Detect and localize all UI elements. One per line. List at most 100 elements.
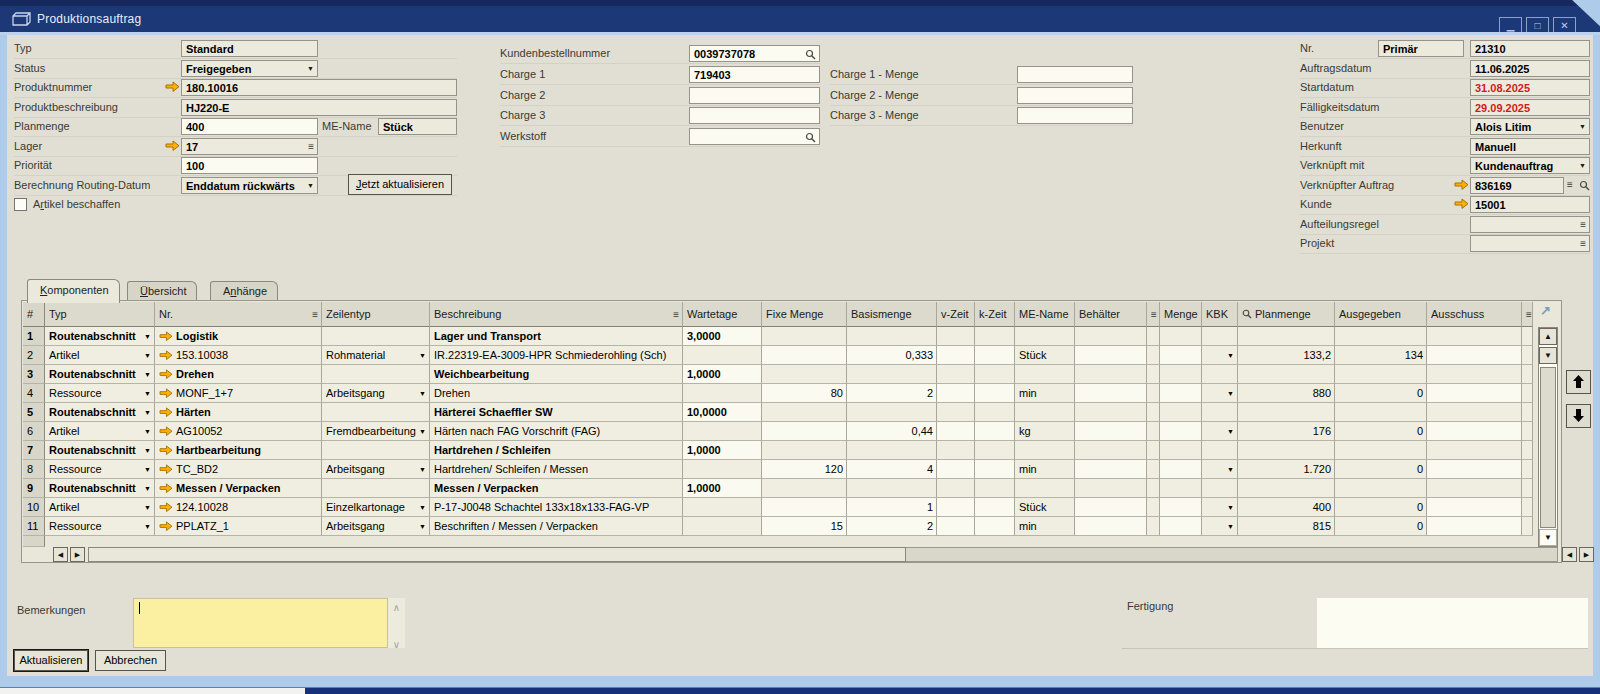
tab-komponenten[interactable]: Komponenten [27, 279, 120, 303]
cell-v-zeit[interactable] [937, 517, 975, 536]
cell-me-name[interactable] [1015, 479, 1075, 498]
grid-header-beschreibung≡[interactable]: Beschreibung≡ [430, 302, 683, 327]
cell-v-zeit[interactable] [937, 346, 975, 365]
cell-nr[interactable]: Logistik [155, 327, 322, 346]
cell-menge[interactable] [1160, 365, 1202, 384]
cell-typ[interactable]: Artikel▼ [45, 346, 155, 365]
cell-ausgegeben[interactable]: 0 [1335, 422, 1427, 441]
cell-zeilentyp[interactable]: Arbeitsgang▼ [322, 517, 430, 536]
cell-basismenge[interactable]: 4 [847, 460, 937, 479]
cell-ausgegeben[interactable]: 0 [1335, 498, 1427, 517]
scroll-right-button[interactable]: ▶ [70, 547, 85, 562]
expand-grid-icon[interactable]: ↗ [1540, 303, 1551, 318]
grid-header-ausgegeben[interactable]: Ausgegeben [1335, 302, 1427, 327]
prioritaet-field[interactable]: 100 [181, 157, 318, 174]
aufteilungsregel-field[interactable]: ≡ [1470, 216, 1590, 233]
search-icon[interactable] [1579, 180, 1590, 191]
projekt-field[interactable]: ≡ [1470, 235, 1590, 252]
cell-typ[interactable]: Routenabschnitt▼ [45, 441, 155, 460]
cell-wartetage[interactable]: 10,0000 [683, 403, 762, 422]
cell-zeilentyp[interactable] [322, 365, 430, 384]
cell-menge[interactable] [1160, 384, 1202, 403]
aktualisieren-button[interactable]: Aktualisieren [14, 650, 88, 671]
cell-nr[interactable]: Hartbearbeitung [155, 441, 322, 460]
cell-behaelter[interactable] [1075, 384, 1147, 403]
cell-basismenge[interactable]: 2 [847, 517, 937, 536]
scroll-left-button[interactable]: ◀ [53, 547, 68, 562]
planmenge-field[interactable]: 400 [181, 118, 318, 135]
cell-ausschuss[interactable] [1427, 460, 1522, 479]
link-arrow-icon[interactable] [1454, 198, 1469, 210]
cell-basismenge[interactable] [847, 365, 937, 384]
cell-typ[interactable]: Artikel▼ [45, 498, 155, 517]
cell-k-zeit[interactable] [975, 365, 1015, 384]
link-arrow-icon[interactable] [159, 369, 173, 380]
kundenbestellnummer-field[interactable]: 0039737078 [689, 45, 820, 62]
link-arrow-icon[interactable] [159, 483, 173, 494]
grid-header-≡[interactable]: ≡ [1522, 302, 1533, 327]
cell-nr[interactable]: MONF_1+7 [155, 384, 322, 403]
cell-planmenge[interactable]: 880 [1238, 384, 1335, 403]
cell-ausschuss[interactable] [1427, 422, 1522, 441]
cell-typ[interactable]: Routenabschnitt▼ [45, 365, 155, 384]
cell-fixe-menge[interactable]: 15 [762, 517, 847, 536]
link-arrow-icon[interactable] [165, 81, 180, 93]
cell-ausschuss[interactable] [1427, 517, 1522, 536]
verknuepft-mit-dropdown[interactable]: Kundenauftrag▼ [1470, 157, 1590, 174]
link-arrow-icon[interactable] [159, 502, 173, 513]
cell-wartetage[interactable]: 3,0000 [683, 327, 762, 346]
scroll-right-button-right[interactable]: ▶ [1579, 547, 1594, 562]
grid-header-planmenge[interactable]: Planmenge [1238, 302, 1335, 327]
cell-k-zeit[interactable] [975, 346, 1015, 365]
cell-fixe-menge[interactable] [762, 346, 847, 365]
cell-beschreibung[interactable]: P-17-J0048 Schachtel 133x18x133-FAG-VP [430, 498, 683, 517]
cell-typ[interactable]: Routenabschnitt▼ [45, 327, 155, 346]
cell-planmenge[interactable] [1238, 327, 1335, 346]
grid-header-me-name[interactable]: ME-Name [1015, 302, 1075, 327]
cell-zeilentyp[interactable] [322, 327, 430, 346]
cell-zeilentyp[interactable]: Arbeitsgang▼ [322, 460, 430, 479]
cell-me-name[interactable]: min [1015, 517, 1075, 536]
cell-wartetage[interactable] [683, 498, 762, 517]
scroll-left-button-right[interactable]: ◀ [1562, 547, 1577, 562]
cell-nr[interactable]: Drehen [155, 365, 322, 384]
kunde-field[interactable]: 15001 [1470, 196, 1590, 213]
cell-fixe-menge[interactable]: 120 [762, 460, 847, 479]
cell-k-zeit[interactable] [975, 422, 1015, 441]
cell-kbk[interactable] [1202, 327, 1238, 346]
cell-k-zeit[interactable] [975, 517, 1015, 536]
grid-header-fixe menge[interactable]: Fixe Menge [762, 302, 847, 327]
search-icon[interactable] [805, 49, 816, 60]
cell-me-name[interactable]: min [1015, 460, 1075, 479]
produktnummer-field[interactable]: 180.10016 [181, 79, 457, 96]
cell-ausschuss[interactable] [1427, 327, 1522, 346]
cell-nr[interactable]: PPLATZ_1 [155, 517, 322, 536]
cell-beschreibung[interactable]: Hartdrehen / Schleifen [430, 441, 683, 460]
link-arrow-icon[interactable] [159, 521, 173, 532]
cell-v-zeit[interactable] [937, 327, 975, 346]
cell-wartetage[interactable] [683, 460, 762, 479]
artikel-beschaffen-checkbox[interactable] [14, 198, 27, 211]
cell-ausgegeben[interactable] [1335, 441, 1427, 460]
link-arrow-icon[interactable] [159, 464, 173, 475]
cell-planmenge[interactable]: 400 [1238, 498, 1335, 517]
chevron-up-icon[interactable]: ∧ [388, 602, 405, 613]
verknuepfter-auftrag-field[interactable]: 836169 [1470, 177, 1564, 194]
cell-nr[interactable]: AG10052 [155, 422, 322, 441]
cell-me-name[interactable]: Stück [1015, 498, 1075, 517]
charge2-menge-field[interactable] [1017, 87, 1133, 104]
horizontal-scrollbar-thumb[interactable] [88, 547, 906, 562]
charge1-menge-field[interactable] [1017, 66, 1133, 83]
cell-behaelter[interactable] [1075, 517, 1147, 536]
bemerkungen-textarea[interactable] [133, 598, 388, 648]
grid-header-v-zeit[interactable]: v-Zeit [937, 302, 975, 327]
cell-menge[interactable] [1160, 403, 1202, 422]
cell-ausschuss[interactable] [1427, 498, 1522, 517]
grid-header-ausschuss[interactable]: Ausschuss [1427, 302, 1522, 327]
cell-planmenge[interactable] [1238, 365, 1335, 384]
cell-menge[interactable] [1160, 327, 1202, 346]
grid-header-basismenge[interactable]: Basismenge [847, 302, 937, 327]
charge3-menge-field[interactable] [1017, 107, 1133, 124]
cell-ausschuss[interactable] [1427, 479, 1522, 498]
charge1-field[interactable]: 719403 [689, 66, 820, 83]
